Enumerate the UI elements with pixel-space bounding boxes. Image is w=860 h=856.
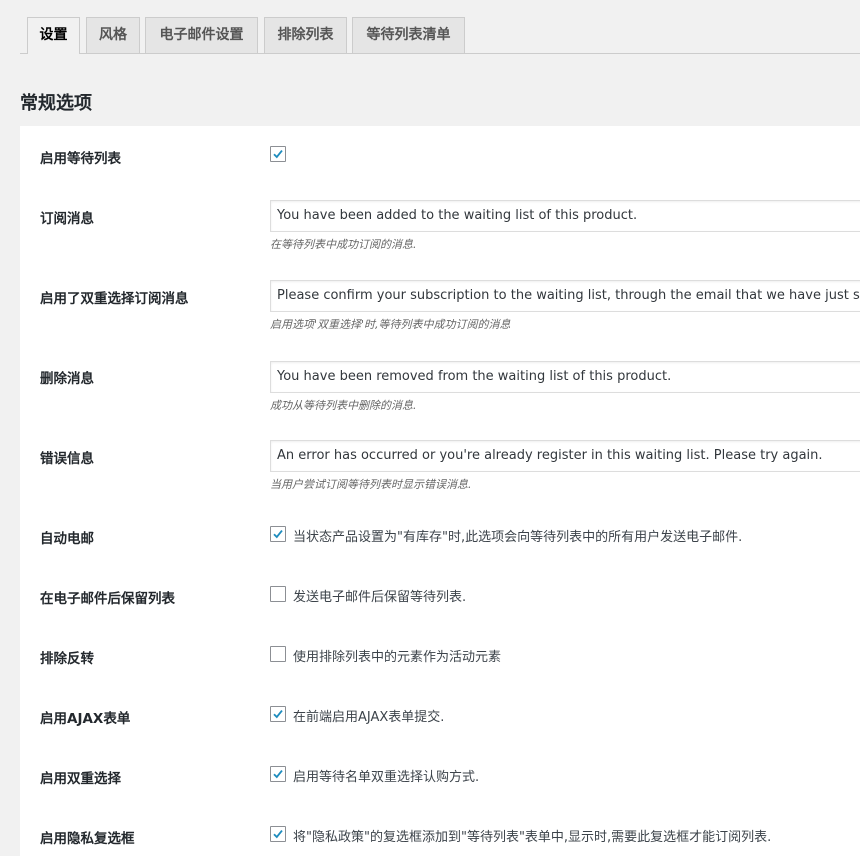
keep-list-checkbox[interactable]	[270, 586, 286, 602]
tab-settings[interactable]: 设置	[27, 17, 80, 54]
tab-style[interactable]: 风格	[86, 17, 140, 53]
keep-list-text: 发送电子邮件后保留等待列表.	[293, 590, 467, 605]
settings-panel: 启用等待列表 订阅消息 You have been added to the w…	[20, 126, 860, 856]
tabs-divider	[20, 53, 860, 54]
section-title: 常规选项	[20, 93, 92, 114]
error-message-label: 错误信息	[40, 451, 94, 467]
double-optin-text: 启用等待名单双重选择认购方式.	[293, 770, 480, 785]
auto-mail-checkbox[interactable]	[270, 526, 286, 542]
privacy-checkbox-label: 启用隐私复选框	[40, 831, 135, 847]
checkmark-icon	[273, 710, 283, 719]
privacy-checkbox-checkbox[interactable]	[270, 826, 286, 842]
ajax-form-label: 启用AJAX表单	[40, 711, 131, 727]
exclusion-inverse-checkbox[interactable]	[270, 646, 286, 662]
checkmark-icon	[273, 770, 283, 779]
subscribe-message-input[interactable]: You have been added to the waiting list …	[270, 200, 860, 232]
checkmark-icon	[273, 150, 283, 159]
tab-waitlist-list[interactable]: 等待列表清单	[352, 17, 465, 53]
double-optin-message-input[interactable]: Please confirm your subscription to the …	[270, 280, 860, 312]
remove-message-input[interactable]: You have been removed from the waiting l…	[270, 361, 860, 393]
remove-message-description: 成功从等待列表中删除的消息.	[270, 399, 417, 412]
double-optin-label: 启用双重选择	[40, 771, 121, 787]
subscribe-message-description: 在等待列表中成功订阅的消息.	[270, 238, 417, 251]
ajax-form-checkbox[interactable]	[270, 706, 286, 722]
privacy-checkbox-text: 将"隐私政策"的复选框添加到"等待列表"表单中,显示时,需要此复选框才能订阅列表…	[293, 830, 772, 845]
enable-waitlist-label: 启用等待列表	[40, 151, 121, 167]
double-optin-message-description: 启用选项'双重选择'时,等待列表中成功订阅的消息	[270, 318, 511, 331]
enable-waitlist-checkbox[interactable]	[270, 146, 286, 162]
keep-list-label: 在电子邮件后保留列表	[40, 591, 175, 607]
auto-mail-label: 自动电邮	[40, 531, 94, 547]
checkmark-icon	[273, 830, 283, 839]
error-message-input[interactable]: An error has occurred or you're already …	[270, 440, 860, 472]
subscribe-message-label: 订阅消息	[40, 211, 94, 227]
double-optin-checkbox[interactable]	[270, 766, 286, 782]
error-message-description: 当用户尝试订阅等待列表时显示错误消息.	[270, 478, 472, 491]
settings-tabs: 设置 风格 电子邮件设置 排除列表 等待列表清单	[0, 0, 860, 54]
checkmark-icon	[273, 530, 283, 539]
exclusion-inverse-text: 使用排除列表中的元素作为活动元素	[293, 650, 502, 665]
double-optin-message-label: 启用了双重选择订阅消息	[40, 291, 189, 307]
remove-message-label: 删除消息	[40, 371, 94, 387]
tab-exclusion-list[interactable]: 排除列表	[264, 17, 347, 53]
ajax-form-text: 在前端启用AJAX表单提交.	[293, 710, 445, 725]
auto-mail-text: 当状态产品设置为"有库存"时,此选项会向等待列表中的所有用户发送电子邮件.	[293, 530, 743, 545]
tab-email-settings[interactable]: 电子邮件设置	[145, 17, 258, 53]
exclusion-inverse-label: 排除反转	[40, 651, 94, 667]
